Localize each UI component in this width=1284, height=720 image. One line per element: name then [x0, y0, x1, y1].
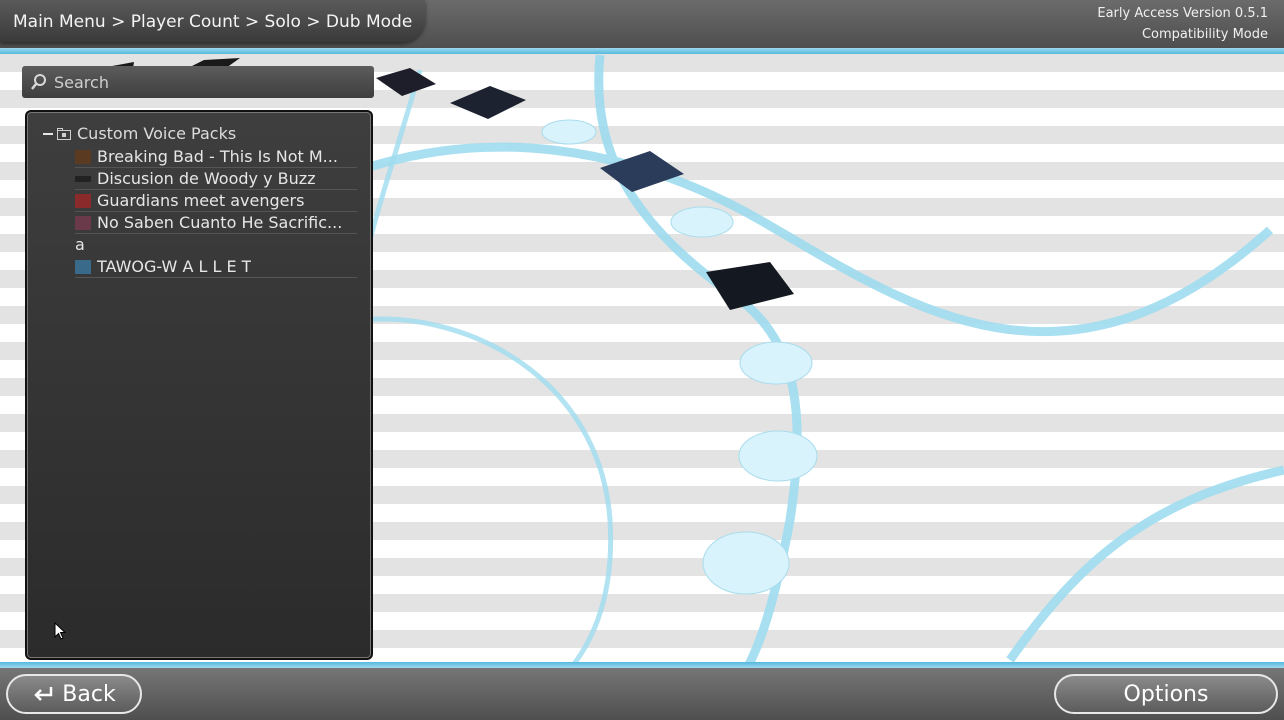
list-item[interactable]: Discusion de Woody y Buzz — [75, 168, 357, 190]
options-button-label: Options — [1123, 681, 1209, 707]
bottom-bar-accent-line — [0, 662, 1284, 668]
voice-pack-thumbnail-icon — [75, 175, 91, 182]
top-bar-accent-line — [0, 48, 1284, 54]
voice-pack-thumbnail-icon — [75, 259, 91, 274]
list-item[interactable]: No Saben Cuanto He Sacrific... — [75, 212, 357, 234]
level-tile — [376, 68, 436, 96]
breadcrumb: Main Menu > Player Count > Solo > Dub Mo… — [13, 12, 413, 32]
list-item-label: a — [75, 235, 85, 254]
breadcrumb-container: Main Menu > Player Count > Solo > Dub Mo… — [0, 0, 425, 42]
list-item[interactable]: Breaking Bad - This Is Not M... — [75, 146, 357, 168]
tree-folder-custom-voice-packs[interactable]: Custom Voice Packs — [43, 124, 236, 143]
voice-pack-thumbnail-icon — [75, 193, 91, 208]
list-item[interactable]: Guardians meet avengers — [75, 190, 357, 212]
voice-pack-thumbnail-icon — [75, 149, 91, 164]
version-label: Early Access Version 0.5.1 — [1097, 6, 1268, 21]
path-node — [670, 206, 734, 238]
mouse-cursor-icon — [54, 622, 66, 640]
folder-icon — [57, 127, 71, 140]
list-item-label: Breaking Bad - This Is Not M... — [97, 147, 338, 166]
search-icon — [31, 74, 46, 90]
options-button[interactable]: Options — [1054, 674, 1278, 714]
back-button[interactable]: Back — [6, 674, 142, 714]
list-item-label: TAWOG-W A L L E T — [97, 257, 252, 276]
search-placeholder: Search — [54, 73, 109, 92]
voice-pack-tree-panel[interactable]: Custom Voice Packs Breaking Bad - This I… — [25, 110, 373, 660]
back-arrow-icon — [34, 687, 53, 701]
list-item-label: No Saben Cuanto He Sacrific... — [97, 213, 343, 232]
list-item[interactable]: TAWOG-W A L L E T — [75, 256, 357, 278]
level-tile — [450, 86, 526, 119]
list-item[interactable]: a — [75, 234, 357, 255]
tree-folder-label: Custom Voice Packs — [77, 124, 237, 143]
back-button-label: Back — [62, 681, 116, 707]
path-node — [739, 341, 813, 385]
level-tile — [706, 262, 794, 310]
list-item-label: Discusion de Woody y Buzz — [97, 169, 316, 188]
search-input[interactable]: Search — [22, 66, 374, 98]
compatibility-mode-label: Compatibility Mode — [1141, 27, 1268, 42]
version-info: Early Access Version 0.5.1 Compatibility… — [1097, 3, 1268, 45]
path-node — [738, 430, 818, 482]
path-node — [541, 119, 597, 145]
path-node — [702, 531, 790, 595]
list-item-label: Guardians meet avengers — [97, 191, 305, 210]
voice-pack-thumbnail-icon — [75, 215, 91, 230]
collapse-icon[interactable] — [43, 132, 53, 135]
